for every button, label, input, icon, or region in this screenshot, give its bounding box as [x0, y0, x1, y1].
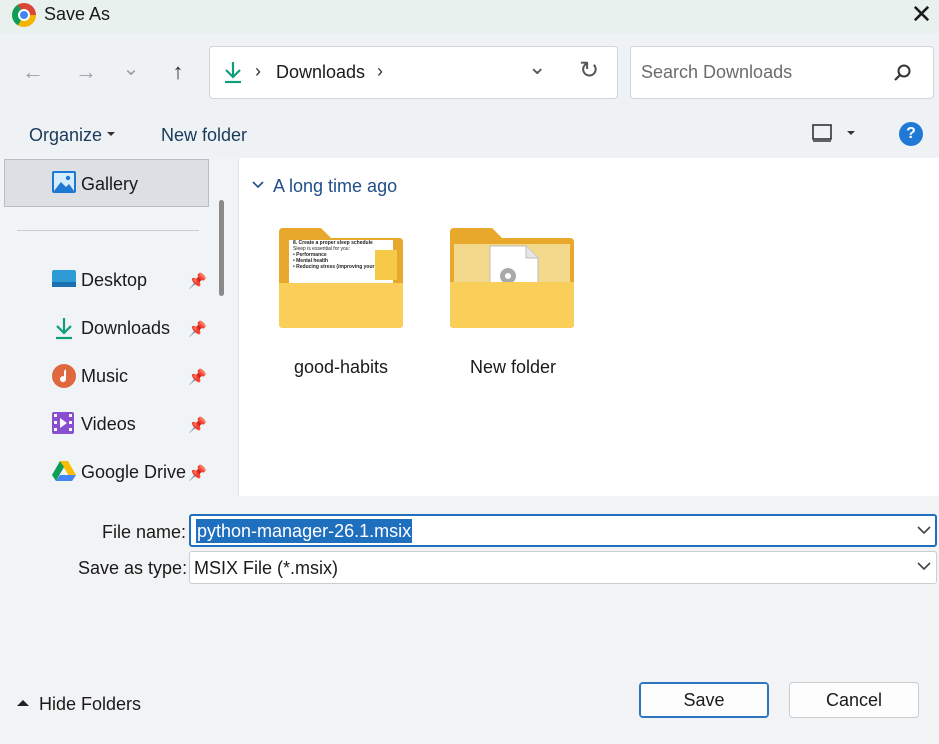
breadcrumb-downloads[interactable]: Downloads [276, 62, 365, 83]
folder-icon[interactable] [448, 226, 576, 330]
chevron-up-icon[interactable] [16, 698, 30, 707]
sidebar-item-label: Gallery [81, 174, 139, 194]
up-arrow-icon[interactable]: ↑ [161, 55, 195, 89]
pin-icon: 📌 [188, 273, 207, 290]
search-input[interactable]: Search Downloads [641, 62, 792, 83]
sidebar-scrollbar[interactable] [219, 200, 224, 296]
pin-icon: 📌 [188, 321, 207, 338]
organize-button[interactable]: Organize [29, 125, 102, 146]
address-bar[interactable] [209, 46, 618, 99]
file-name-dropdown-icon[interactable] [917, 526, 931, 535]
close-icon[interactable]: ✕ [904, 0, 939, 30]
window-title: Save As [44, 4, 111, 24]
file-name-label: File name: [102, 522, 187, 542]
sidebar-item-google-drive[interactable]: Google Drive [81, 462, 186, 483]
organize-dropdown-icon [107, 132, 115, 136]
downloads-icon [225, 62, 241, 84]
folder-name[interactable]: New folder [428, 357, 598, 378]
collapse-group-icon[interactable] [252, 181, 264, 189]
group-header[interactable]: A long time ago [273, 176, 397, 197]
videos-icon [52, 412, 74, 434]
folder-preview: 8. Create a proper sleep schedule Sleep … [293, 240, 375, 270]
help-icon[interactable]: ? [899, 122, 923, 146]
downloads-icon [56, 318, 72, 340]
sidebar-item-downloads[interactable]: Downloads [81, 318, 170, 339]
breadcrumb-separator-end[interactable]: › [377, 61, 383, 82]
title-bar [0, 0, 939, 34]
sidebar-item-videos[interactable]: Videos [81, 414, 136, 435]
save-as-type-dropdown-icon[interactable] [917, 562, 931, 571]
pin-icon: 📌 [188, 417, 207, 434]
desktop-icon [52, 270, 76, 287]
back-arrow-icon[interactable]: ← [16, 55, 50, 89]
google-drive-icon [52, 461, 76, 481]
sidebar-divider [17, 230, 199, 231]
sidebar-item-music[interactable]: Music [81, 366, 128, 387]
breadcrumb-separator: › [255, 61, 261, 81]
view-dropdown-icon[interactable] [846, 130, 856, 136]
new-folder-button[interactable]: New folder [161, 125, 247, 146]
save-button[interactable]: Save [639, 682, 769, 718]
folder-front [279, 283, 403, 327]
recent-locations-chevron-icon[interactable]: ⌄ [114, 52, 148, 86]
sidebar-item-desktop[interactable]: Desktop [81, 270, 147, 291]
view-options-icon[interactable] [812, 124, 832, 142]
hide-folders-button[interactable]: Hide Folders [39, 694, 141, 715]
search-icon[interactable] [893, 63, 913, 83]
file-name-input[interactable]: python-manager-26.1.msix [196, 519, 413, 543]
gallery-icon [52, 171, 76, 193]
music-icon [52, 364, 76, 388]
command-bar [0, 110, 939, 158]
folder-name[interactable]: good-habits [256, 357, 426, 378]
refresh-icon[interactable]: ↻ [579, 56, 599, 85]
chrome-icon [12, 3, 36, 27]
forward-arrow-icon[interactable]: → [69, 55, 103, 89]
address-dropdown-icon[interactable]: ⌄ [528, 54, 546, 80]
pin-icon: 📌 [188, 465, 207, 482]
pin-icon: 📌 [188, 369, 207, 386]
cancel-button[interactable]: Cancel [789, 682, 919, 718]
save-as-type-value[interactable]: MSIX File (*.msix) [194, 558, 338, 579]
save-as-type-label: Save as type: [78, 558, 188, 578]
